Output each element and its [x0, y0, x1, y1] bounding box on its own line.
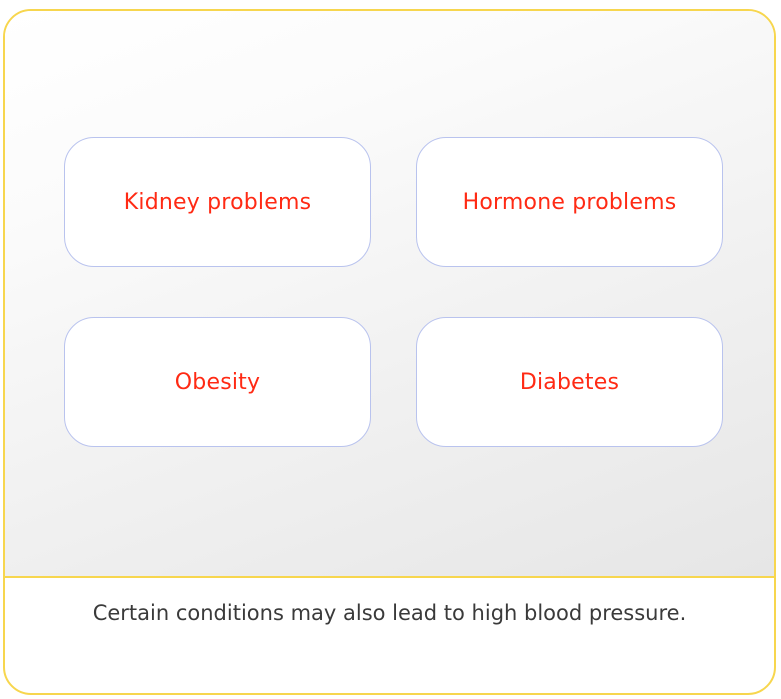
card-label: Kidney problems [123, 189, 312, 215]
card-label: Diabetes [519, 369, 620, 395]
diagram-frame: Kidney problems Hormone problems Obesity… [3, 9, 776, 695]
card-hormone-problems: Hormone problems [416, 137, 723, 267]
card-obesity: Obesity [64, 317, 371, 447]
caption-text: Certain conditions may also lead to high… [92, 601, 687, 625]
conditions-panel: Kidney problems Hormone problems Obesity… [5, 11, 774, 578]
card-diabetes: Diabetes [416, 317, 723, 447]
card-label: Obesity [174, 369, 261, 395]
card-kidney-problems: Kidney problems [64, 137, 371, 267]
card-label: Hormone problems [462, 189, 677, 215]
